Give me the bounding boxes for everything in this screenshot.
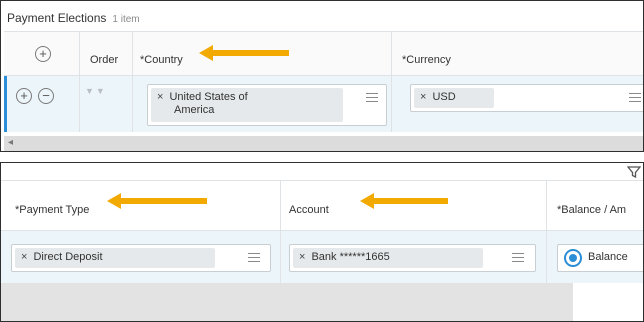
column-divider: [79, 32, 80, 75]
column-divider: [132, 76, 133, 132]
country-field[interactable]: × United States of America: [147, 84, 387, 126]
arrow-annotation-icon: [199, 45, 289, 61]
item-count: 1 item: [112, 14, 140, 25]
add-row-icon[interactable]: +: [16, 88, 32, 104]
filter-icon[interactable]: [627, 165, 641, 179]
balance-radio-group: Balance: [557, 244, 643, 272]
order-header[interactable]: Order: [90, 54, 118, 66]
payment-details-panel: *Payment Type Account *Balance / Am × Dir…: [0, 162, 644, 322]
list-prompt-icon[interactable]: [366, 93, 378, 103]
payment-type-value: Direct Deposit: [33, 251, 103, 263]
currency-header[interactable]: *Currency: [402, 54, 451, 66]
column-divider: [132, 32, 133, 75]
radio-selected-dot: [569, 254, 577, 262]
currency-value: USD: [432, 91, 456, 103]
remove-row-icon[interactable]: −: [38, 88, 54, 104]
payment-type-header[interactable]: *Payment Type: [15, 204, 89, 216]
remove-country-icon[interactable]: ×: [157, 91, 163, 103]
column-divider: [546, 231, 547, 283]
column-divider: [280, 231, 281, 283]
payment-elections-panel: Payment Elections 1 item + Order *Country…: [0, 0, 644, 152]
column-divider: [79, 76, 80, 132]
remove-currency-icon[interactable]: ×: [420, 91, 426, 103]
table-row: × Direct Deposit × Bank ******1665 Balance: [1, 231, 643, 283]
horizontal-scrollbar[interactable]: ◂: [4, 136, 643, 151]
account-field[interactable]: × Bank ******1665: [289, 244, 536, 272]
account-header[interactable]: Account: [289, 204, 329, 216]
list-prompt-icon[interactable]: [512, 253, 524, 263]
country-header[interactable]: *Country: [140, 54, 183, 66]
table-row: + − ▼▼ × United States of America × USD: [4, 76, 643, 132]
grid-header: *Payment Type Account *Balance / Am: [1, 181, 643, 231]
add-row-icon[interactable]: +: [35, 46, 51, 62]
column-divider: [391, 32, 392, 75]
scroll-left-icon[interactable]: ◂: [8, 137, 13, 148]
column-divider: [280, 181, 281, 230]
panel-toolbar: [1, 163, 643, 181]
horizontal-scrollbar[interactable]: [1, 283, 573, 321]
list-prompt-icon[interactable]: [629, 93, 641, 103]
country-pill: × United States of America: [151, 88, 343, 122]
column-divider: [546, 181, 547, 230]
currency-pill: × USD: [414, 88, 494, 108]
payment-type-field[interactable]: × Direct Deposit: [11, 244, 271, 272]
country-value-line2: America: [174, 104, 215, 116]
arrow-annotation-icon: [360, 193, 448, 209]
balance-radio[interactable]: [564, 249, 582, 267]
payment-elections-grid: + Order *Country *Currency + − ▼▼ × Unite…: [4, 31, 643, 132]
account-value: Bank ******1665: [311, 251, 390, 263]
account-pill: × Bank ******1665: [293, 248, 483, 268]
reorder-icon[interactable]: ▼▼: [85, 86, 107, 96]
column-divider: [391, 76, 392, 132]
list-prompt-icon[interactable]: [248, 253, 260, 263]
payment-type-pill: × Direct Deposit: [15, 248, 215, 268]
country-value-line1: United States of: [169, 91, 248, 103]
balance-option-label: Balance: [588, 251, 628, 263]
payment-elections-title: Payment Elections 1 item: [7, 11, 140, 25]
remove-payment-type-icon[interactable]: ×: [21, 251, 27, 263]
section-title: Payment Elections: [7, 11, 107, 25]
balance-amount-header[interactable]: *Balance / Am: [557, 204, 626, 216]
grid-header: + Order *Country *Currency: [4, 32, 643, 76]
arrow-annotation-icon: [107, 193, 207, 209]
currency-field[interactable]: × USD: [410, 84, 643, 112]
remove-account-icon[interactable]: ×: [299, 251, 305, 263]
